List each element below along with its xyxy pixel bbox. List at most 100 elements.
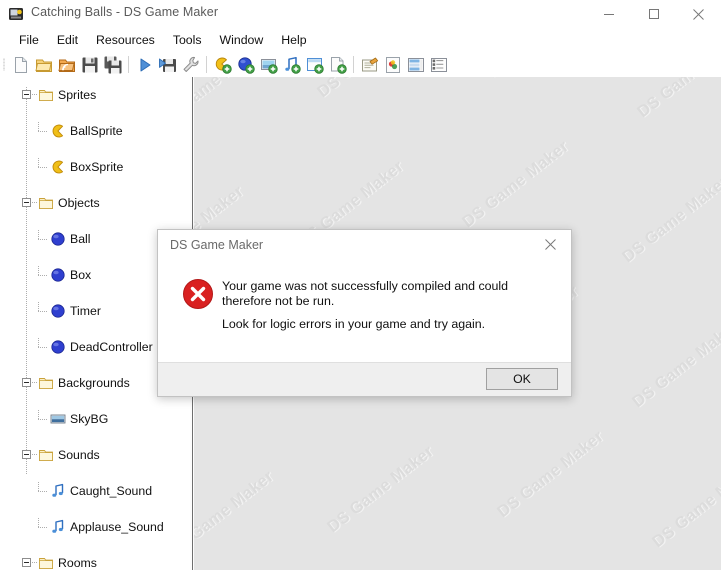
application-window: Catching Balls - DS Game Maker File Edit…: [0, 0, 721, 570]
tree-line: [38, 266, 39, 275]
tree-line: [38, 302, 39, 311]
add-sprite-icon[interactable]: [211, 53, 234, 76]
tree-node-label: Objects: [58, 194, 100, 212]
dialog-body: Your game was not successfully compiled …: [158, 261, 571, 364]
toolbar-separator: [206, 56, 207, 73]
tree-node-label: Caught_Sound: [70, 482, 152, 500]
expander-icon[interactable]: [22, 378, 31, 387]
tree-line: [38, 518, 39, 527]
folder-icon: [38, 555, 54, 570]
tree-node-sounds[interactable]: Sounds: [0, 446, 190, 464]
resource-list-icon[interactable]: [427, 53, 450, 76]
tree-line: [38, 230, 39, 239]
dialog-title: DS Game Maker: [170, 238, 263, 252]
tree-node-boxsprite[interactable]: BoxSprite: [0, 158, 190, 176]
open-recent-icon[interactable]: [55, 53, 78, 76]
toolbar-grip[interactable]: [0, 52, 9, 77]
tree-node-objects[interactable]: Objects: [0, 194, 190, 212]
expander-icon[interactable]: [22, 558, 31, 567]
menu-item-resources[interactable]: Resources: [87, 31, 164, 49]
tree-node-label: Box: [70, 266, 91, 284]
watermark: DS Game Maker: [484, 77, 598, 82]
save-icon[interactable]: [78, 53, 101, 76]
add-sound-icon[interactable]: [280, 53, 303, 76]
add-path-icon[interactable]: [326, 53, 349, 76]
folder-icon: [38, 87, 54, 103]
tree-line: [38, 347, 48, 348]
watermark: DS Game Maker: [629, 317, 721, 412]
tree-node-ballsprite[interactable]: BallSprite: [0, 122, 190, 140]
tree-node-label: Backgrounds: [58, 374, 130, 392]
tree-node-sprites[interactable]: Sprites: [0, 86, 190, 104]
tree-node-label: SkyBG: [70, 410, 108, 428]
preferences-wrench-icon[interactable]: [179, 53, 202, 76]
run-game-icon[interactable]: [133, 53, 156, 76]
menu-item-window[interactable]: Window: [211, 31, 273, 49]
watermark: DS Game Maker: [619, 172, 721, 267]
tree-line: [38, 338, 39, 347]
save-and-run-icon[interactable]: [156, 53, 179, 76]
add-background-icon[interactable]: [257, 53, 280, 76]
tree-line: [38, 311, 48, 312]
open-folder-icon[interactable]: [32, 53, 55, 76]
tree-node-label: Applause_Sound: [70, 518, 164, 536]
tree-line: [38, 527, 48, 528]
error-dialog: DS Game Maker Your game was not successf…: [157, 229, 572, 397]
add-script-icon[interactable]: [358, 53, 381, 76]
tree-node-label: Sprites: [58, 86, 96, 104]
object-icon: [50, 303, 66, 319]
ok-button[interactable]: OK: [486, 368, 558, 390]
expander-icon[interactable]: [22, 450, 31, 459]
menu-item-help[interactable]: Help: [272, 31, 315, 49]
close-button[interactable]: [676, 0, 721, 28]
error-icon: [182, 278, 214, 310]
watermark: DS Game Maker: [194, 467, 278, 562]
menu-item-tools[interactable]: Tools: [164, 31, 211, 49]
dialog-message-secondary: Look for logic errors in your game and t…: [222, 317, 552, 332]
expander-icon[interactable]: [22, 90, 31, 99]
tree-line: [38, 167, 48, 168]
tree-node-caught-sound[interactable]: Caught_Sound: [0, 482, 190, 500]
add-object-icon[interactable]: [234, 53, 257, 76]
tree-node-label: Sounds: [58, 446, 100, 464]
save-as-icon[interactable]: [101, 53, 124, 76]
watermark: DS Game Maker: [324, 442, 438, 537]
tree-line: [38, 275, 48, 276]
folder-icon: [38, 375, 54, 391]
new-file-icon[interactable]: [9, 53, 32, 76]
expander-icon[interactable]: [22, 198, 31, 207]
tree-line: [38, 491, 48, 492]
menu-item-edit[interactable]: Edit: [48, 31, 87, 49]
tree-line: [38, 410, 39, 419]
menu-bar: File Edit Resources Tools Window Help: [0, 28, 721, 52]
game-information-icon[interactable]: [381, 53, 404, 76]
menu-item-file[interactable]: File: [10, 31, 48, 49]
tree-node-applause-sound[interactable]: Applause_Sound: [0, 518, 190, 536]
window-controls: [586, 0, 721, 28]
tree-line: [38, 122, 39, 131]
dialog-footer: OK: [158, 362, 571, 396]
tree-node-rooms[interactable]: Rooms: [0, 554, 190, 570]
sound-icon: [50, 519, 66, 535]
tree-node-label: Timer: [70, 302, 101, 320]
title-bar: Catching Balls - DS Game Maker: [0, 0, 721, 28]
global-settings-icon[interactable]: [404, 53, 427, 76]
tree-line: [38, 158, 39, 167]
watermark: DS Game Maker: [494, 427, 608, 522]
tree-node-label: Rooms: [58, 554, 97, 570]
maximize-button[interactable]: [631, 0, 676, 28]
dialog-message-primary: Your game was not successfully compiled …: [222, 279, 540, 309]
dialog-close-button[interactable]: [529, 230, 571, 258]
minimize-button[interactable]: [586, 0, 631, 28]
sprite-icon: [50, 123, 66, 139]
tree-line: [38, 482, 39, 491]
add-room-icon[interactable]: [303, 53, 326, 76]
toolbar: [0, 52, 721, 77]
tree-node-skybg[interactable]: SkyBG: [0, 410, 190, 428]
sound-icon: [50, 483, 66, 499]
watermark: DS Game Maker: [194, 77, 268, 132]
sprite-icon: [50, 159, 66, 175]
background-icon: [50, 411, 66, 427]
window-title: Catching Balls - DS Game Maker: [31, 5, 218, 19]
object-icon: [50, 231, 66, 247]
